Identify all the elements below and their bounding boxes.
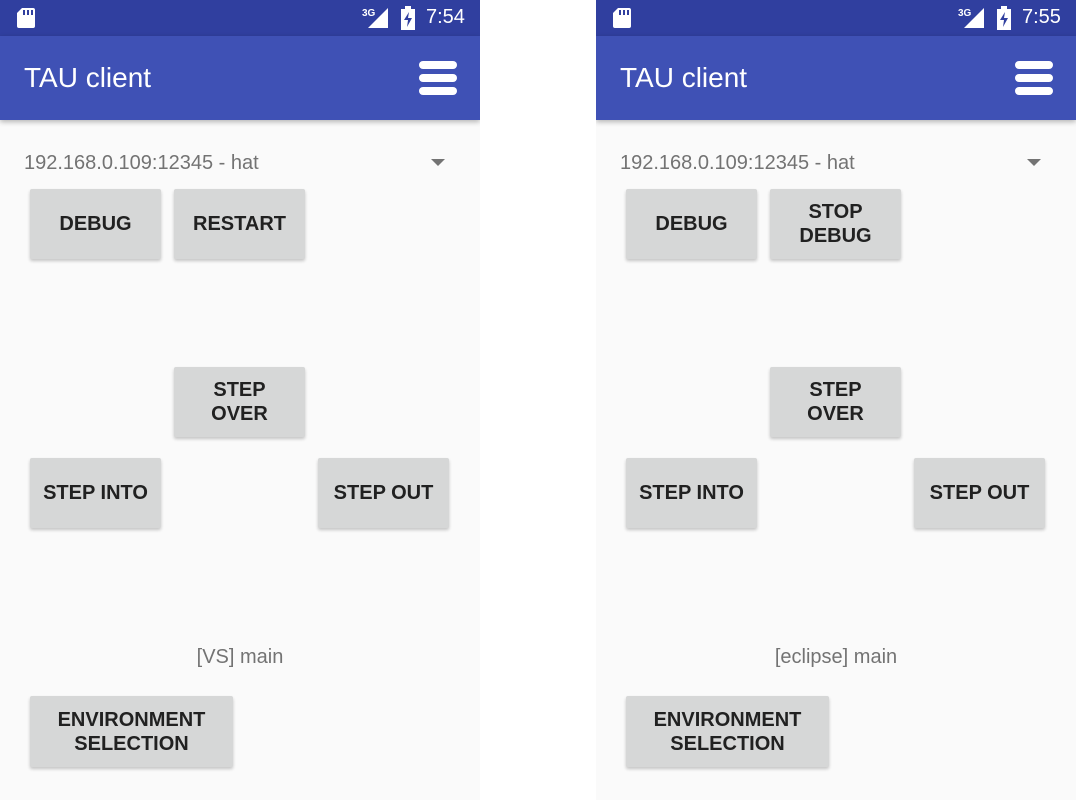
- restart-button-label: RESTART: [193, 213, 286, 235]
- dropdown-arrow-icon: [431, 159, 445, 166]
- step-over-label-line1: STEP: [213, 379, 266, 401]
- environment-selection-button[interactable]: ENVIRONMENT SELECTION: [30, 696, 233, 767]
- environment-selection-label-line2: SELECTION: [670, 732, 785, 755]
- environment-selection-label-line2: SELECTION: [74, 732, 189, 755]
- hamburger-menu-icon[interactable]: [419, 60, 457, 96]
- step-out-button-label: STEP OUT: [929, 482, 1030, 504]
- step-over-label-line1: STEP: [809, 379, 862, 401]
- step-over-label-line2: OVER: [211, 403, 268, 425]
- step-out-button[interactable]: STEP OUT: [318, 458, 449, 528]
- debug-button[interactable]: DEBUG: [30, 189, 161, 259]
- debug-button-label: DEBUG: [655, 213, 728, 235]
- environment-selection-label-line1: ENVIRONMENT: [653, 708, 802, 731]
- restart-button[interactable]: RESTART: [174, 189, 305, 259]
- status-time: 7:55: [1022, 6, 1061, 28]
- network-type-label: 3G: [958, 8, 972, 19]
- debug-button[interactable]: DEBUG: [626, 189, 757, 259]
- app-title: TAU client: [24, 62, 152, 93]
- stop-debug-button[interactable]: STOP DEBUG: [770, 189, 901, 259]
- step-over-button[interactable]: STEP OVER: [770, 367, 901, 437]
- signal-3g-icon: 3G: [362, 8, 388, 28]
- step-out-button-label: STEP OUT: [333, 482, 434, 504]
- app-bar: TAU client: [0, 36, 480, 120]
- step-over-button[interactable]: STEP OVER: [174, 367, 305, 437]
- status-bar: 3G 7:54: [0, 0, 480, 36]
- environment-label: [VS] main: [196, 646, 284, 668]
- status-time: 7:54: [426, 6, 465, 28]
- dropdown-arrow-icon: [1027, 159, 1041, 166]
- hamburger-menu-icon[interactable]: [1015, 60, 1053, 96]
- step-into-button-label: STEP INTO: [639, 482, 744, 504]
- phone-screen-right: 3G 7:55 TAU client 192.168.0.109:12345 -…: [596, 0, 1076, 800]
- stop-debug-label-line2: DEBUG: [799, 225, 872, 247]
- connection-label: 192.168.0.109:12345 - hat: [24, 152, 259, 174]
- stop-debug-label-line1: STOP: [808, 201, 863, 223]
- app-bar: TAU client: [596, 36, 1076, 120]
- step-into-button[interactable]: STEP INTO: [626, 458, 757, 528]
- sd-card-icon: [613, 8, 631, 28]
- connection-spinner[interactable]: 192.168.0.109:12345 - hat: [620, 144, 1052, 184]
- battery-charging-icon: [401, 6, 415, 30]
- environment-selection-label-line1: ENVIRONMENT: [57, 708, 206, 731]
- step-out-button[interactable]: STEP OUT: [914, 458, 1045, 528]
- phone-screen-left: 3G 7:54 TAU client 192.168.0.109:12345 -…: [0, 0, 480, 800]
- app-title: TAU client: [620, 62, 748, 93]
- step-into-button-label: STEP INTO: [43, 482, 148, 504]
- environment-selection-button[interactable]: ENVIRONMENT SELECTION: [626, 696, 829, 767]
- connection-label: 192.168.0.109:12345 - hat: [620, 152, 855, 174]
- sd-card-icon: [17, 8, 35, 28]
- debug-button-label: DEBUG: [59, 213, 132, 235]
- battery-charging-icon: [997, 6, 1011, 30]
- connection-spinner[interactable]: 192.168.0.109:12345 - hat: [24, 144, 456, 184]
- signal-3g-icon: 3G: [958, 8, 984, 28]
- status-bar: 3G 7:55: [596, 0, 1076, 36]
- step-into-button[interactable]: STEP INTO: [30, 458, 161, 528]
- step-over-label-line2: OVER: [807, 403, 864, 425]
- network-type-label: 3G: [362, 8, 376, 19]
- environment-label: [eclipse] main: [774, 646, 898, 668]
